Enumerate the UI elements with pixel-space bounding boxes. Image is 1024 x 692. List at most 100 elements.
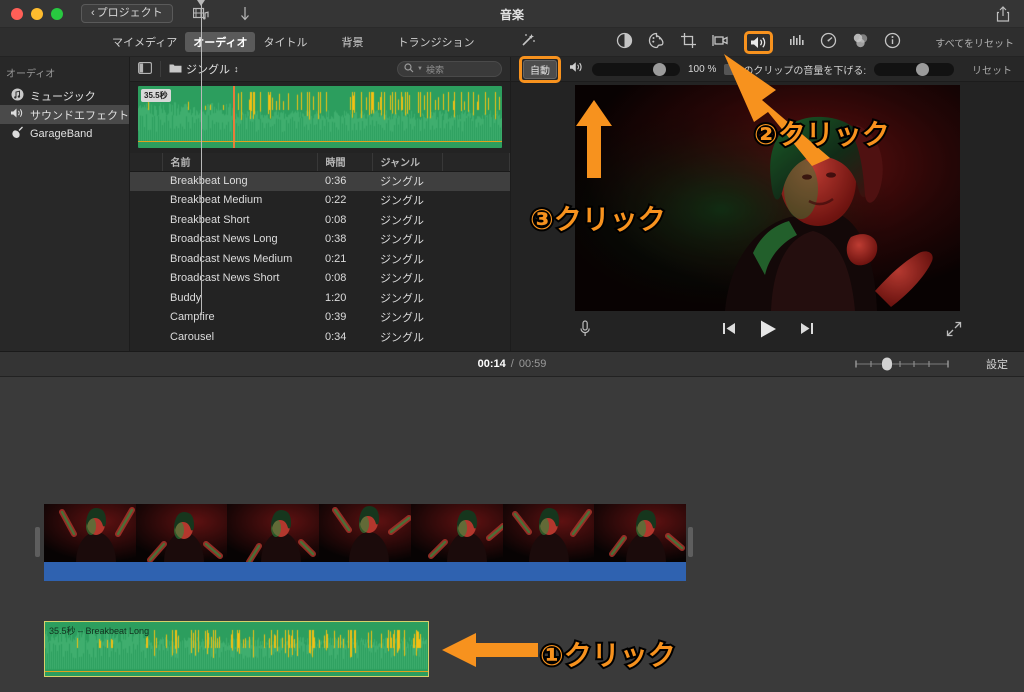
category-selector[interactable]: ジングル ↕ xyxy=(169,61,239,77)
audio-clip[interactable]: 35.5秒 – Breakbeat Long xyxy=(44,621,429,677)
table-row[interactable]: Campfire 0:39 ジングル xyxy=(130,308,510,328)
video-thumbnail xyxy=(319,504,411,562)
back-button-label: プロジェクト xyxy=(96,7,163,19)
current-time: 00:14 xyxy=(477,358,506,370)
audio-clip-label: 35.5秒 – Breakbeat Long xyxy=(49,626,150,636)
magic-wand-icon[interactable] xyxy=(520,32,536,53)
row-time: 0:38 xyxy=(325,233,347,246)
table-row[interactable]: Breakbeat Long 0:36 ジングル xyxy=(130,171,510,191)
fullscreen-icon[interactable] xyxy=(946,321,962,341)
info-icon[interactable] xyxy=(884,32,901,54)
share-icon[interactable] xyxy=(996,6,1010,25)
row-name: Broadcast News Short xyxy=(170,272,280,285)
inspector-speaker-icon[interactable] xyxy=(569,60,584,78)
skip-previous-icon[interactable] xyxy=(722,322,736,340)
timeline-playhead[interactable] xyxy=(197,0,205,315)
divider xyxy=(160,61,161,77)
clip-trim-handle-right[interactable] xyxy=(688,527,693,557)
timeline-settings-button[interactable]: 設定 xyxy=(986,356,1008,372)
video-thumbnail xyxy=(44,504,136,562)
maximize-button[interactable] xyxy=(51,7,63,20)
auto-button[interactable]: 自動 xyxy=(523,59,557,79)
row-genre: ジングル xyxy=(380,253,424,266)
search-placeholder: 検索 xyxy=(425,64,444,75)
guitar-icon xyxy=(10,126,24,142)
video-clip-audio-bar[interactable] xyxy=(44,562,686,581)
color-balance-icon[interactable] xyxy=(616,32,633,54)
row-name: Carousel xyxy=(170,330,215,343)
row-time: 0:08 xyxy=(325,272,347,285)
volume-slider[interactable] xyxy=(592,62,680,76)
tab-titles[interactable]: タイトル xyxy=(255,32,315,52)
search-input[interactable]: ▼ 検索 xyxy=(397,61,502,77)
row-extra xyxy=(442,191,510,211)
video-thumbnail xyxy=(227,504,320,562)
row-name: Breakbeat Short xyxy=(170,213,250,226)
row-genre: ジングル xyxy=(380,292,424,305)
audio-file-table[interactable]: 名前 時間 ジャンル Breakbeat Long 0:36 ジングル Breakbe… xyxy=(130,153,510,351)
row-extra xyxy=(442,230,510,250)
crop-icon[interactable] xyxy=(680,32,697,54)
zoom-slider[interactable] xyxy=(854,357,950,371)
title-bar: ‹ プロジェクト 音楽 xyxy=(0,0,1024,28)
back-to-projects-button[interactable]: ‹ プロジェクト xyxy=(81,4,173,23)
sidebar-item-music[interactable]: ミュージック xyxy=(0,86,129,105)
table-row[interactable]: Broadcast News Short 0:08 ジングル xyxy=(130,269,510,289)
table-row[interactable]: Carousel 0:34 ジングル xyxy=(130,327,510,347)
col-spacer xyxy=(130,153,163,172)
col-time[interactable]: 時間 xyxy=(317,153,373,172)
row-time: 0:39 xyxy=(325,311,347,324)
speaker-icon xyxy=(10,107,24,122)
tab-audio[interactable]: オーディオ xyxy=(185,32,256,52)
skip-next-icon[interactable] xyxy=(800,322,814,340)
video-clip[interactable] xyxy=(44,504,686,581)
video-thumbnail xyxy=(594,504,686,562)
play-icon[interactable] xyxy=(758,319,778,344)
col-genre[interactable]: ジャンル xyxy=(372,153,443,172)
row-time: 0:22 xyxy=(325,194,347,207)
minimize-button[interactable] xyxy=(31,7,43,20)
timeline-toolbar: 00:14 / 00:59 設定 xyxy=(0,351,1024,377)
row-genre: ジングル xyxy=(380,234,424,247)
table-row[interactable]: Broadcast News Long 0:38 ジングル xyxy=(130,230,510,250)
table-row[interactable]: Buddy 1:20 ジングル xyxy=(130,288,510,308)
preview-playhead xyxy=(233,86,235,148)
reset-button[interactable]: リセット xyxy=(972,62,1012,77)
media-tabs: マイメディア オーディオ タイトル 背景 トランジション xyxy=(104,32,482,52)
clip-trim-handle-left[interactable] xyxy=(35,527,40,557)
sidebar-item-sound-effects[interactable]: サウンドエフェクト xyxy=(0,105,129,124)
row-spacer xyxy=(130,308,162,328)
row-extra xyxy=(442,171,510,191)
volume-slider-knob[interactable] xyxy=(653,62,666,76)
row-extra xyxy=(442,327,510,347)
table-row[interactable]: Breakbeat Medium 0:22 ジングル xyxy=(130,191,510,211)
ducking-slider-knob[interactable] xyxy=(916,62,930,76)
window-controls[interactable] xyxy=(11,7,63,20)
row-name: Breakbeat Long xyxy=(162,171,317,191)
row-spacer xyxy=(130,249,162,269)
ducking-slider[interactable] xyxy=(874,62,955,76)
color-correction-icon[interactable] xyxy=(648,32,665,54)
row-time: 0:36 xyxy=(317,171,372,191)
tab-my-media[interactable]: マイメディア xyxy=(104,32,185,52)
player-controls xyxy=(511,311,1024,351)
table-row[interactable]: Breakbeat Short 0:08 ジングル xyxy=(130,210,510,230)
row-time: 0:21 xyxy=(325,252,347,265)
audio-waveform-preview[interactable]: 35.5秒 xyxy=(138,86,502,148)
close-button[interactable] xyxy=(11,7,23,20)
sidebar-item-garageband[interactable]: GarageBand xyxy=(0,124,129,143)
media-browser: ジングル ↕ ▼ 検索 35.5秒 名前 時間 ジャンル Breakbeat L… xyxy=(130,57,511,351)
reset-all-button[interactable]: すべてをリセット xyxy=(935,35,1014,50)
col-name[interactable]: 名前 xyxy=(162,153,318,172)
tab-backgrounds[interactable]: 背景 xyxy=(333,32,371,52)
download-arrow-icon[interactable] xyxy=(239,6,251,22)
search-icon xyxy=(404,63,414,75)
sidebar-toggle-icon[interactable] xyxy=(138,61,152,77)
row-extra xyxy=(442,269,510,289)
table-row[interactable]: Broadcast News Medium 0:21 ジングル xyxy=(130,249,510,269)
chevron-updown-icon: ↕ xyxy=(234,63,239,74)
tab-transitions[interactable]: トランジション xyxy=(389,32,482,52)
filters-icon[interactable] xyxy=(852,32,869,54)
sidebar-item-garageband-label: GarageBand xyxy=(30,127,93,140)
row-extra xyxy=(442,210,510,230)
